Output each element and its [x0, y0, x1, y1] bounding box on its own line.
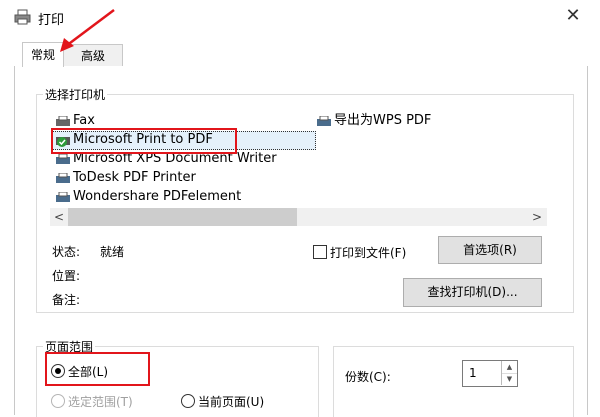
location-label: 位置: [52, 269, 81, 283]
annotation-highlight-all [45, 352, 150, 386]
status-label: 状态: [52, 245, 81, 259]
annotation-arrow-icon [60, 9, 115, 52]
printer-name: ToDesk PDF Printer [73, 170, 196, 185]
annotation-highlight-printer [51, 128, 237, 154]
status-value: 就绪 [100, 245, 125, 259]
print-to-file-label: 打印到文件(F) [330, 246, 407, 260]
page-range-selection-radio[interactable] [51, 394, 65, 408]
copies-stepper[interactable]: 1 ▲ ▼ [462, 360, 518, 387]
decrement-icon[interactable]: ▼ [501, 373, 517, 385]
printer-icon [55, 172, 71, 184]
printer-name: Wondershare PDFelement [73, 189, 242, 204]
page-range-selection-label: 选定范围(T) [68, 395, 133, 409]
close-icon[interactable]: ✕ [562, 5, 584, 27]
printer-item-todesk[interactable]: ToDesk PDF Printer [55, 168, 196, 187]
printer-name: Fax [73, 113, 95, 128]
printer-item-wps-pdf[interactable]: 导出为WPS PDF [316, 111, 431, 130]
scroll-left-icon[interactable]: < [51, 208, 67, 226]
copies-label: 份数(C): [345, 370, 391, 384]
printer-icon [316, 115, 332, 127]
print-to-file-checkbox[interactable] [313, 245, 327, 259]
scroll-right-icon[interactable]: > [529, 208, 545, 226]
copies-value[interactable]: 1 [469, 366, 477, 380]
printer-item-wondershare[interactable]: Wondershare PDFelement [55, 187, 241, 206]
select-printer-group-label: 选择打印机 [43, 86, 108, 103]
find-printer-button[interactable]: 查找打印机(D)... [403, 278, 542, 307]
printer-name: 导出为WPS PDF [334, 113, 432, 128]
scrollbar-thumb[interactable] [68, 208, 297, 226]
preferences-button[interactable]: 首选项(R) [438, 236, 542, 264]
page-range-current-radio[interactable] [181, 394, 195, 408]
fax-printer-icon [55, 115, 71, 127]
printer-icon [55, 191, 71, 203]
printer-icon [55, 153, 71, 165]
printer-icon [14, 9, 31, 25]
comment-label: 备注: [52, 293, 81, 307]
page-range-current-label: 当前页面(U) [198, 395, 265, 409]
